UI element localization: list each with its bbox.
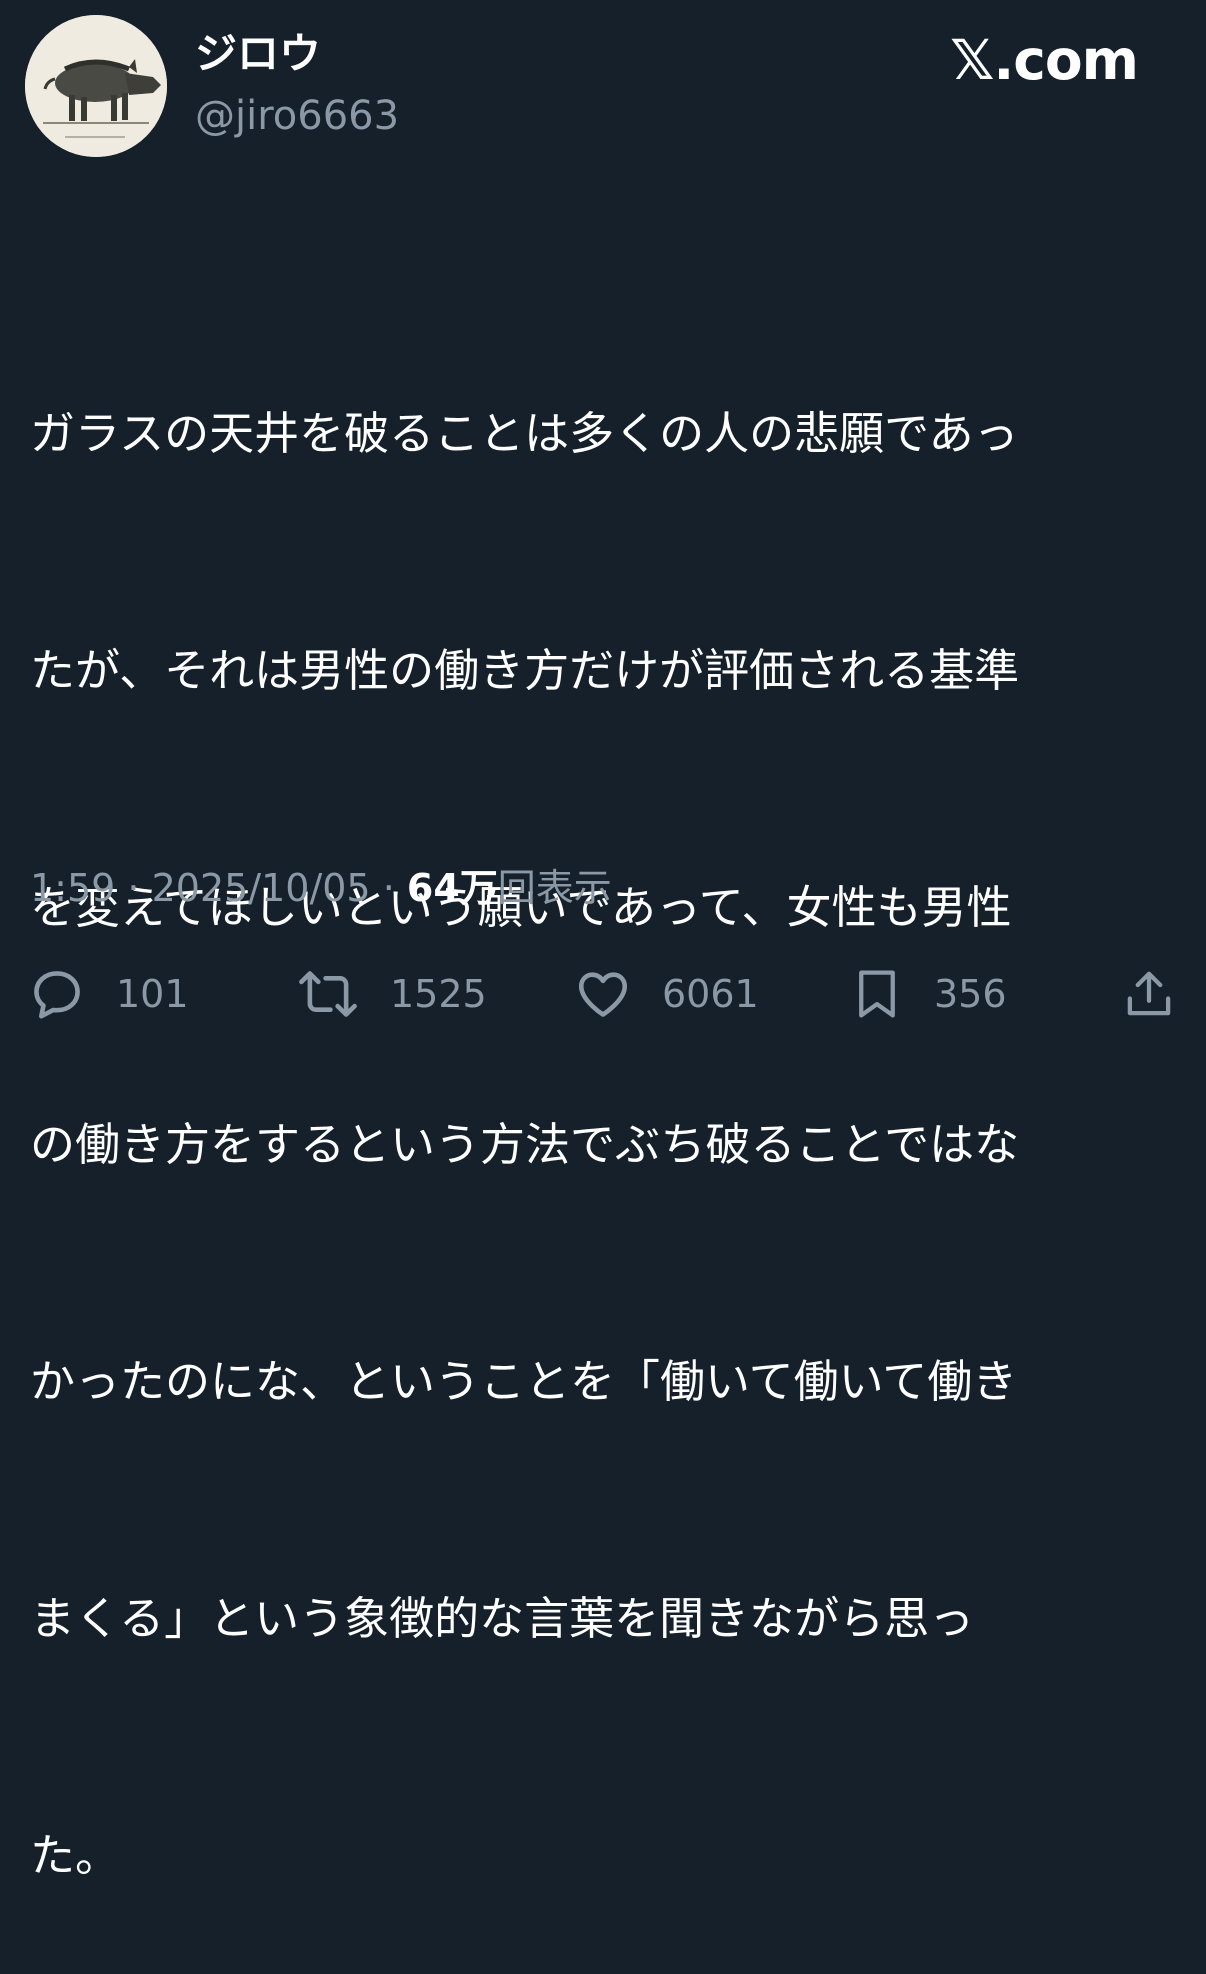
tweet-line: かったのにな、ということを「働いて働いて働き bbox=[30, 1355, 1018, 1408]
avatar[interactable] bbox=[25, 15, 167, 157]
tweet-line: まくる」という象徴的な言葉を聞きながら思っ bbox=[30, 1592, 975, 1645]
retweet-count: 1525 bbox=[390, 972, 487, 1016]
meta-separator: · bbox=[115, 866, 152, 910]
bookmark-icon bbox=[859, 970, 895, 1018]
tweet-time[interactable]: 1:59 bbox=[30, 866, 115, 910]
share-icon bbox=[1127, 971, 1171, 1016]
retweet-icon bbox=[299, 971, 357, 1017]
tweet-line: の働き方をするという方法でぶち破ることではな bbox=[30, 1118, 1020, 1171]
display-name[interactable]: ジロウ bbox=[195, 26, 321, 82]
boar-avatar-icon bbox=[25, 15, 167, 157]
reply-button[interactable]: 101 bbox=[28, 962, 189, 1026]
bookmark-count: 356 bbox=[934, 972, 1007, 1016]
x-logo: 𝕏.com bbox=[950, 28, 1139, 92]
like-button[interactable]: 6061 bbox=[574, 962, 759, 1026]
tweet-text: ガラスの天井を破ることは多くの人の悲願であっ たが、それは男性の働き方だけが評価… bbox=[30, 236, 1150, 1974]
like-count: 6061 bbox=[662, 972, 759, 1016]
tweet-line: た。 bbox=[30, 1829, 121, 1882]
meta-separator: · bbox=[370, 866, 407, 910]
share-button[interactable] bbox=[1122, 962, 1176, 1026]
tweet-date[interactable]: 2025/10/05 bbox=[152, 866, 371, 910]
retweet-button[interactable]: 1525 bbox=[296, 962, 487, 1026]
reply-icon bbox=[34, 971, 80, 1019]
views-count: 64万 bbox=[406, 866, 498, 910]
reply-count: 101 bbox=[116, 972, 189, 1016]
tweet-meta: 1:59 · 2025/10/05 · 64万回表示 bbox=[30, 862, 612, 914]
tweet-line: たが、それは男性の働き方だけが評価される基準 bbox=[30, 644, 1020, 697]
heart-icon bbox=[578, 972, 628, 1017]
user-handle[interactable]: @jiro6663 bbox=[195, 90, 399, 142]
tweet-line: ガラスの天井を破ることは多くの人の悲願であっ bbox=[30, 407, 1019, 460]
bookmark-button[interactable]: 356 bbox=[850, 962, 1007, 1026]
views-label: 回表示 bbox=[497, 866, 612, 910]
